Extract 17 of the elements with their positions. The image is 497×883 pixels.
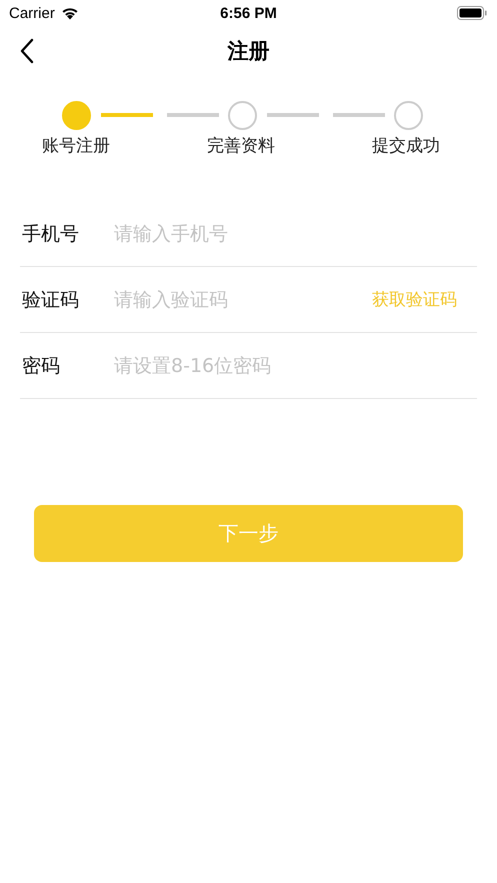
wifi-icon [60,6,80,20]
back-icon[interactable] [20,38,34,64]
battery-icon [457,6,487,20]
carrier-label: Carrier [9,4,55,22]
page-title: 注册 [228,38,270,65]
next-button[interactable]: 下一步 [34,505,463,562]
field-label: 密码 [21,354,61,378]
field-label: 手机号 [21,222,80,246]
step-label: 提交成功 [371,135,441,157]
get-code-button[interactable]: 获取验证码 [368,284,477,315]
step-label: 账号注册 [41,135,111,157]
input-field[interactable]: 请输入手机号 [114,218,477,248]
input-field[interactable]: 请输入验证码 [114,284,368,314]
step-label: 完善资料 [206,135,276,157]
input-field[interactable]: 请设置8-16位密码 [114,350,477,380]
status-time: 6:56 PM [220,4,277,22]
field-label: 验证码 [21,288,80,312]
